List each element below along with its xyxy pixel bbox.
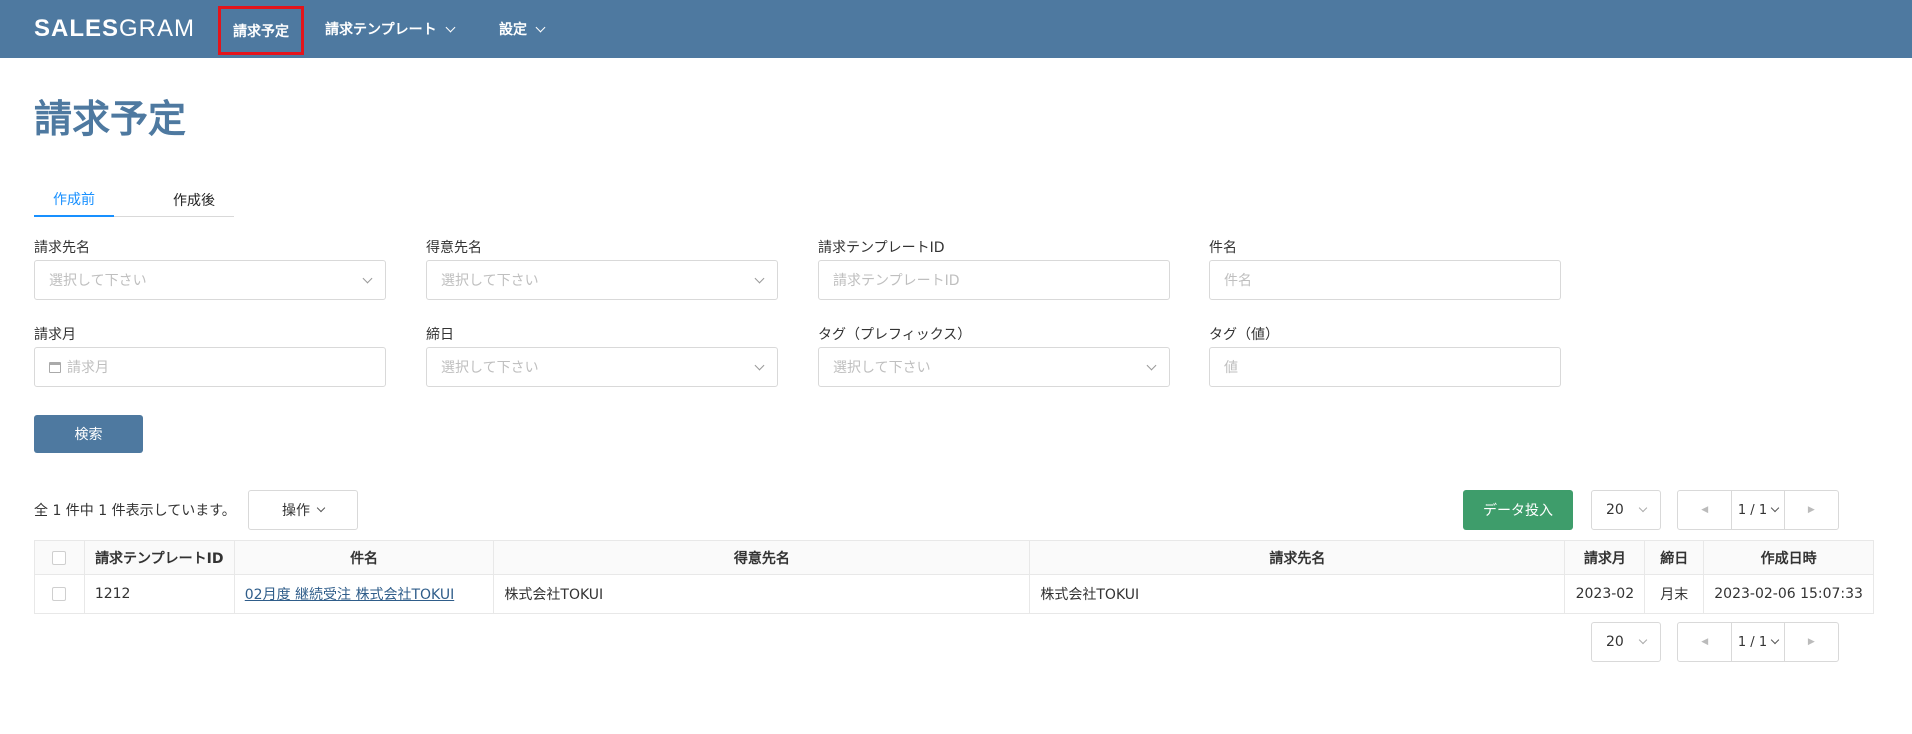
row-select-cell [34,574,85,614]
nav-settings-label: 設定 [499,22,527,38]
billing-month-picker[interactable]: 請求月 [34,347,386,387]
chevron-down-icon [445,22,456,32]
chevron-down-icon [754,360,765,371]
cell-template-id: 1212 [84,574,235,614]
col-customer[interactable]: 得意先名 [493,540,1031,575]
next-page-button[interactable]: ▶ [1785,491,1838,529]
closing-day-placeholder: 選択して下さい [441,360,539,376]
calendar-icon [49,361,61,373]
page-title: 請求予定 [34,97,187,141]
prev-page-button[interactable]: ◀ [1678,623,1731,661]
tag-value-label: タグ（値） [1209,327,1279,343]
billing-to-select[interactable]: 選択して下さい [34,260,386,300]
cell-created-at: 2023-02-06 15:07:33 [1703,574,1874,614]
page-size-value: 20 [1606,502,1624,518]
col-template-id[interactable]: 請求テンプレートID [84,540,235,575]
caret-left-icon: ◀ [1701,505,1709,515]
results-table: 請求テンプレートID 件名 得意先名 請求先名 請求月 締日 作成日時 1212… [34,540,1874,614]
chevron-down-icon [1770,635,1780,645]
page-indicator: 1 / 1 [1737,502,1768,518]
select-all-header [34,540,85,575]
billing-to-label: 請求先名 [34,240,90,256]
chevron-down-icon [316,503,326,513]
subject-label: 件名 [1209,240,1237,256]
select-all-checkbox[interactable] [52,550,67,565]
tag-value-placeholder: 値 [1224,360,1238,376]
col-billing-month[interactable]: 請求月 [1564,540,1646,575]
page-size-select-bottom[interactable]: 20 [1591,622,1661,662]
page-select[interactable]: 1 / 1 [1731,623,1785,661]
chevron-down-icon [754,273,765,284]
customer-label: 得意先名 [426,240,482,256]
operations-label: 操作 [282,503,310,519]
data-import-button[interactable]: データ投入 [1463,490,1573,530]
page-select[interactable]: 1 / 1 [1731,491,1785,529]
chevron-down-icon [1638,635,1648,645]
nav-billing-schedule[interactable]: 請求予定 [218,6,304,55]
tag-prefix-select[interactable]: 選択して下さい [818,347,1170,387]
template-id-placeholder: 請求テンプレートID [833,273,960,289]
caret-right-icon: ▶ [1807,505,1815,515]
top-navbar: SALES GRAM 請求予定 請求テンプレート 設定 [0,0,1912,58]
row-checkbox[interactable] [52,587,67,601]
caret-right-icon: ▶ [1807,637,1815,647]
customer-select[interactable]: 選択して下さい [426,260,778,300]
cell-closing-day: 月末 [1644,574,1705,614]
billing-month-placeholder: 請求月 [67,360,109,376]
table-header-row: 請求テンプレートID 件名 得意先名 請求先名 請求月 締日 作成日時 [34,540,1874,575]
page-size-select[interactable]: 20 [1591,490,1661,530]
tab-before-creation[interactable]: 作成前 [34,182,114,217]
table-row: 1212 02月度 継続受注 株式会社TOKUI 株式会社TOKUI 株式会社T… [34,574,1874,614]
subject-link[interactable]: 02月度 継続受注 株式会社TOKUI [245,587,454,603]
chevron-down-icon [535,22,546,32]
cell-billing-to: 株式会社TOKUI [1029,574,1566,614]
col-billing-to[interactable]: 請求先名 [1029,540,1566,575]
pagination-bottom: ◀ 1 / 1 ▶ [1677,622,1839,662]
app-logo[interactable]: SALES GRAM [34,17,195,41]
tag-prefix-placeholder: 選択して下さい [833,360,931,376]
result-count-text: 全 1 件中 1 件表示しています。 [34,503,236,519]
tab-after-creation[interactable]: 作成後 [154,182,234,217]
status-tabs: 作成前 作成後 [34,182,234,217]
chevron-down-icon [362,273,373,284]
nav-billing-template-label: 請求テンプレート [325,22,437,38]
operations-dropdown-button[interactable]: 操作 [248,490,358,530]
cell-customer: 株式会社TOKUI [493,574,1031,614]
prev-page-button[interactable]: ◀ [1678,491,1731,529]
search-button[interactable]: 検索 [34,415,143,453]
page-indicator: 1 / 1 [1737,634,1768,650]
cell-billing-month: 2023-02 [1564,574,1646,614]
chevron-down-icon [1770,503,1780,513]
closing-day-label: 締日 [426,327,454,343]
billing-to-placeholder: 選択して下さい [49,273,147,289]
template-id-input[interactable]: 請求テンプレートID [818,260,1170,300]
tag-value-input[interactable]: 値 [1209,347,1561,387]
subject-input[interactable]: 件名 [1209,260,1561,300]
billing-month-label: 請求月 [34,327,76,343]
col-closing-day[interactable]: 締日 [1644,540,1705,575]
nav-settings[interactable]: 設定 [499,0,546,58]
col-created-at[interactable]: 作成日時 [1703,540,1874,575]
chevron-down-icon [1638,503,1648,513]
nav-billing-schedule-label: 請求予定 [233,23,289,40]
closing-day-select[interactable]: 選択して下さい [426,347,778,387]
customer-placeholder: 選択して下さい [441,273,539,289]
chevron-down-icon [1146,360,1157,371]
next-page-button[interactable]: ▶ [1785,623,1838,661]
subject-placeholder: 件名 [1224,273,1252,289]
caret-left-icon: ◀ [1701,637,1709,647]
template-id-label: 請求テンプレートID [818,240,945,256]
col-subject[interactable]: 件名 [234,540,495,575]
page-size-value: 20 [1606,634,1624,650]
tag-prefix-label: タグ（プレフィックス） [818,327,972,343]
nav-billing-template[interactable]: 請求テンプレート [325,0,456,58]
cell-subject: 02月度 継続受注 株式会社TOKUI [234,574,495,614]
pagination-top: ◀ 1 / 1 ▶ [1677,490,1839,530]
